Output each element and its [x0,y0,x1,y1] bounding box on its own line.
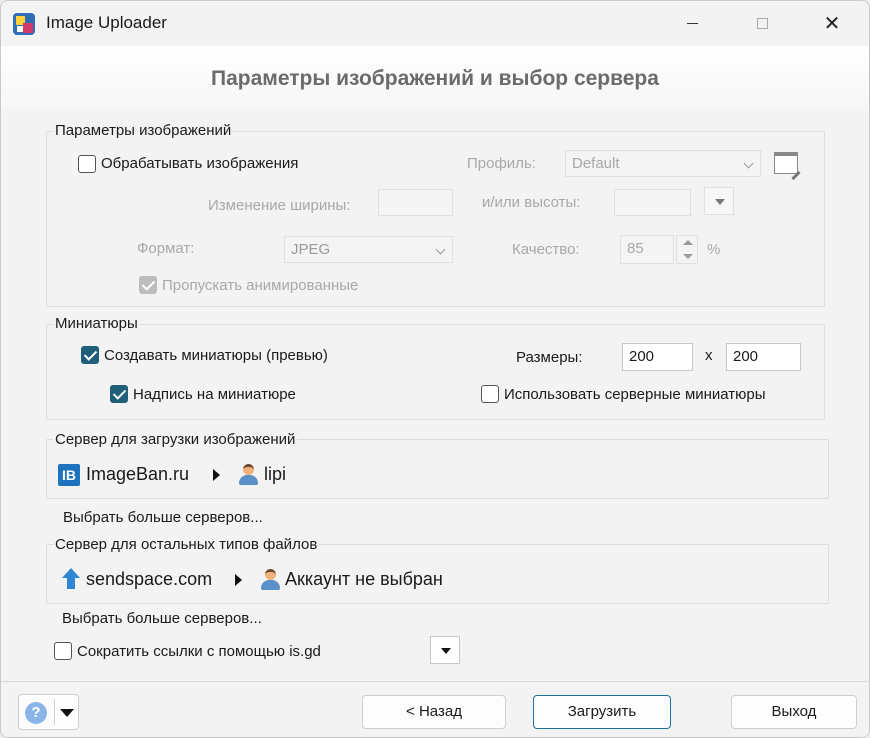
chevron-down-icon [435,244,446,255]
thumb-height-input[interactable]: 200 [726,343,801,371]
window-title: Image Uploader [46,13,167,32]
profile-label: Профиль: [467,155,536,172]
server-thumbnails-checkbox[interactable] [481,385,499,403]
thumb-caption-checkbox[interactable] [110,385,128,403]
upload-button[interactable]: Загрузить [533,695,671,729]
maximize-icon [756,18,768,29]
back-button[interactable]: < Назад [362,695,506,729]
minimize-button[interactable] [669,1,715,46]
thumbnails-group [46,324,825,420]
quality-input[interactable]: 85 [620,235,674,264]
file-server-group-label: Сервер для остальных типов файлов [53,536,320,553]
help-button[interactable]: ? [18,694,79,730]
help-icon: ? [25,702,47,724]
app-icon [13,13,35,35]
shortener-dropdown[interactable] [430,636,460,664]
create-thumbnails-checkbox[interactable] [81,346,99,364]
image-server-more-link[interactable]: Выбрать больше серверов... [63,509,263,526]
page-title: Параметры изображений и выбор сервера [211,67,659,90]
shorten-links-checkbox[interactable] [54,642,72,660]
size-separator: x [705,347,713,364]
quality-stepper[interactable] [676,235,698,264]
thumbnails-group-label: Миниатюры [53,315,140,332]
skip-animated-checkbox[interactable] [139,276,157,294]
process-images-label: Обрабатывать изображения [101,155,299,172]
width-label: Изменение ширины: [208,197,351,214]
height-input[interactable] [614,189,691,216]
create-thumbnails-label: Создавать миниатюры (превью) [104,347,328,364]
exit-button[interactable]: Выход [731,695,857,729]
process-images-checkbox[interactable] [78,155,96,173]
file-server-more-link[interactable]: Выбрать больше серверов... [62,610,262,627]
image-server-account[interactable]: lipi [264,464,286,485]
format-value: JPEG [291,241,331,258]
stepper-down-icon [683,254,693,259]
file-server-name[interactable]: sendspace.com [86,569,212,590]
chevron-down-icon [743,158,754,169]
imageban-icon: IB [58,464,80,486]
profile-select[interactable]: Default [565,150,761,177]
split-divider [54,699,55,725]
shorten-links-label: Сократить ссылки с помощью is.gd [77,643,321,660]
upload-arrow-icon [61,568,81,590]
user-icon [259,568,281,590]
image-server-name[interactable]: ImageBan.ru [86,464,189,485]
format-label: Формат: [137,240,195,257]
height-label: и/или высоты: [482,194,581,211]
quality-unit: % [707,241,721,258]
profile-value: Default [572,155,620,172]
format-select[interactable]: JPEG [284,236,453,263]
edit-profile-icon[interactable] [774,152,798,174]
triangle-right-icon [235,574,242,586]
app-window: Image Uploader ✕ Параметры изображений и… [0,0,870,738]
quality-label: Качество: [512,241,580,258]
user-icon [237,463,259,485]
maximize-button [739,1,785,46]
file-server-account[interactable]: Аккаунт не выбран [285,569,443,590]
image-server-group-label: Сервер для загрузки изображений [53,431,298,448]
close-button[interactable]: ✕ [809,1,855,46]
sizes-label: Размеры: [516,349,583,366]
width-input[interactable] [378,189,453,216]
close-icon: ✕ [823,12,841,35]
thumb-width-input[interactable]: 200 [622,343,693,371]
image-params-group-label: Параметры изображений [53,122,234,139]
thumb-caption-label: Надпись на миниатюре [133,386,296,403]
triangle-right-icon [213,469,220,481]
minimize-icon [686,23,698,24]
resize-mode-dropdown[interactable] [704,187,734,215]
chevron-down-icon[interactable] [60,709,74,717]
skip-animated-label: Пропускать анимированные [162,277,359,294]
title-bar: Image Uploader ✕ [1,1,869,46]
stepper-up-icon [683,240,693,245]
server-thumbnails-label: Использовать серверные миниатюры [504,386,766,403]
